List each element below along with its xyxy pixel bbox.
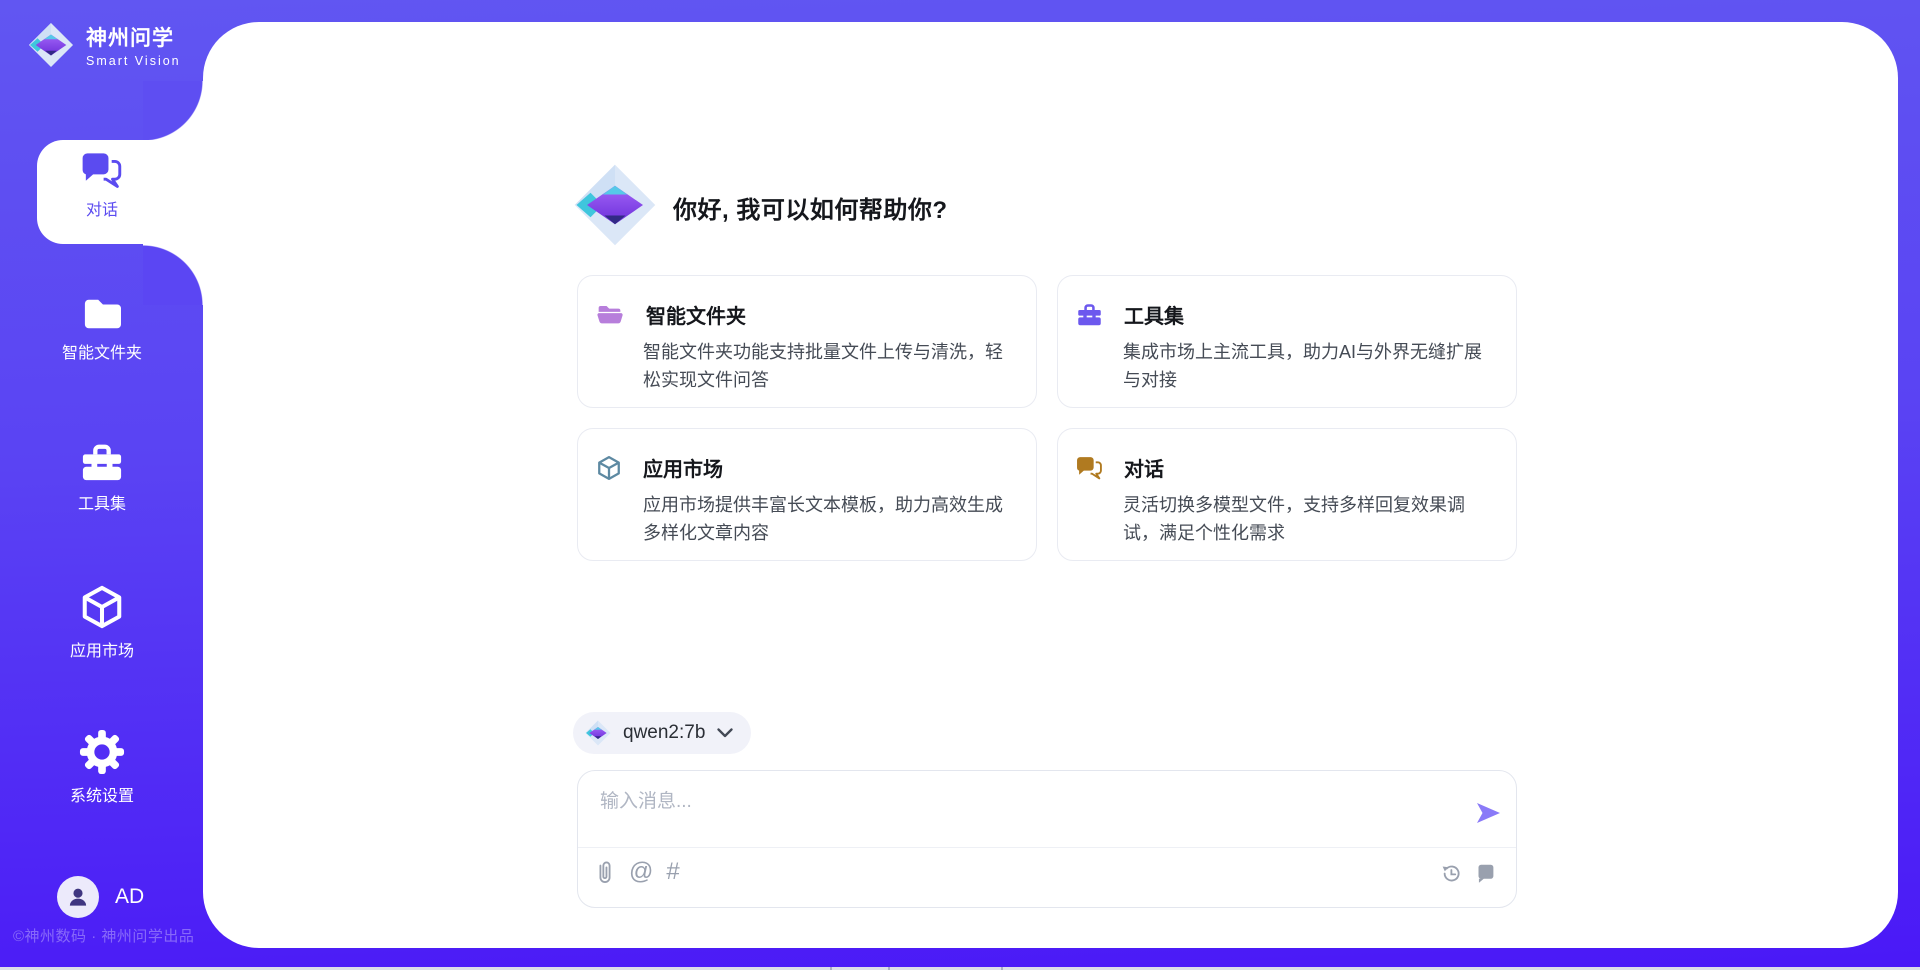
folder-icon xyxy=(79,294,125,332)
card-description: 应用市场提供丰富长文本模板，助力高效生成多样化文章内容 xyxy=(643,491,1012,547)
person-icon xyxy=(65,884,91,910)
sidebar-item-chat[interactable]: 对话 xyxy=(0,150,204,220)
card-title: 智能文件夹 xyxy=(646,300,746,329)
chat-icon xyxy=(1076,455,1103,480)
sidebar-item-label: 系统设置 xyxy=(70,782,134,806)
hero-diamond-icon xyxy=(573,163,657,247)
brand-name: 神州问学 xyxy=(86,22,181,52)
app-window: 神州问学 Smart Vision 对话 智能文件夹 工具集 应用市场 系统设置 xyxy=(0,0,1920,970)
toolbox-icon xyxy=(1076,302,1103,327)
gear-icon xyxy=(79,729,125,775)
brand-logo-block: 神州问学 Smart Vision xyxy=(28,22,181,68)
sidebar-item-label: 对话 xyxy=(86,196,118,220)
card-title: 工具集 xyxy=(1124,300,1184,329)
cube-icon xyxy=(596,455,622,481)
sidebar-item-toolset[interactable]: 工具集 xyxy=(0,441,204,514)
user-name: AD xyxy=(115,885,144,909)
sidebar-item-label: 应用市场 xyxy=(70,637,134,661)
card-description: 灵活切换多模型文件，支持多样回复效果调试，满足个性化需求 xyxy=(1123,491,1492,547)
copyright-text: ©神州数码 · 神州问学出品 xyxy=(13,925,194,946)
card-description: 集成市场上主流工具，助力AI与外界无缝扩展与对接 xyxy=(1123,338,1492,394)
sidebar-item-settings[interactable]: 系统设置 xyxy=(0,729,204,806)
card-chat[interactable]: 对话 灵活切换多模型文件，支持多样回复效果调试，满足个性化需求 xyxy=(1057,428,1517,561)
greeting-title: 你好, 我可以如何帮助你? xyxy=(673,190,948,225)
chevron-down-icon xyxy=(717,728,733,738)
send-icon[interactable] xyxy=(1474,799,1502,827)
attachment-icon[interactable] xyxy=(594,859,616,885)
card-smart-folder[interactable]: 智能文件夹 智能文件夹功能支持批量文件上传与清洗，轻松实现文件问答 xyxy=(577,275,1037,408)
brand-diamond-icon xyxy=(28,22,74,68)
model-diamond-icon xyxy=(585,720,611,746)
tab-top-fillet xyxy=(143,81,204,142)
chat-icon xyxy=(81,150,123,189)
message-input[interactable] xyxy=(598,785,1442,819)
mention-icon[interactable]: @ xyxy=(629,860,653,884)
card-title: 应用市场 xyxy=(643,453,723,482)
card-description: 智能文件夹功能支持批量文件上传与清洗，轻松实现文件问答 xyxy=(643,338,1012,394)
feature-cards: 智能文件夹 智能文件夹功能支持批量文件上传与清洗，轻松实现文件问答 工具集 集成… xyxy=(577,275,1517,561)
card-toolset[interactable]: 工具集 集成市场上主流工具，助力AI与外界无缝扩展与对接 xyxy=(1057,275,1517,408)
composer-divider xyxy=(578,847,1516,848)
hashtag-icon[interactable]: # xyxy=(666,860,679,884)
sidebar-item-label: 智能文件夹 xyxy=(62,339,142,363)
card-app-market[interactable]: 应用市场 应用市场提供丰富长文本模板，助力高效生成多样化文章内容 xyxy=(577,428,1037,561)
sidebar-item-app-market[interactable]: 应用市场 xyxy=(0,584,204,661)
avatar[interactable] xyxy=(57,876,99,918)
model-name: qwen2:7b xyxy=(623,722,705,744)
toolbox-icon xyxy=(79,441,125,483)
user-profile[interactable]: AD xyxy=(57,876,144,918)
folder-open-icon xyxy=(596,302,625,327)
message-bubble-icon[interactable] xyxy=(1475,863,1496,884)
message-composer: @ # xyxy=(577,770,1517,908)
sidebar-item-smart-folder[interactable]: 智能文件夹 xyxy=(0,294,204,363)
cube-icon xyxy=(79,584,125,630)
card-title: 对话 xyxy=(1124,453,1164,482)
sidebar-item-label: 工具集 xyxy=(78,490,126,514)
model-selector[interactable]: qwen2:7b xyxy=(573,712,751,754)
history-icon[interactable] xyxy=(1440,863,1461,884)
brand-subtitle: Smart Vision xyxy=(86,54,181,68)
